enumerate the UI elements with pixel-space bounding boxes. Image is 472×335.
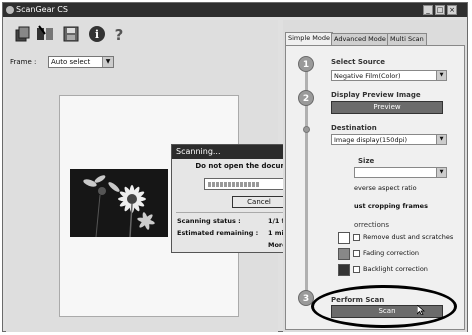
frame-select[interactable]: Auto select ▼ (48, 56, 114, 68)
status-label: Scanning status : (177, 217, 241, 225)
reverse-aspect-ratio-label[interactable]: everse aspect ratio (354, 184, 417, 192)
adjust-cropping-label[interactable]: ust cropping frames (354, 202, 428, 210)
fading-correction-label: Fading correction (363, 249, 420, 257)
step-dot (303, 126, 310, 133)
image-corrections-label: orrections (354, 221, 389, 229)
cancel-button[interactable]: Cancel (232, 196, 286, 208)
app-icon (6, 6, 14, 14)
step-2-icon: 2 (298, 90, 314, 106)
dust-checkbox[interactable] (353, 234, 360, 241)
output-size-select[interactable]: ▼ (354, 167, 447, 178)
destination-select[interactable]: Image display(150dpi) ▼ (331, 134, 447, 145)
chevron-down-icon: ▼ (436, 135, 446, 144)
select-source-label: Select Source (331, 58, 386, 66)
tab-simple-mode[interactable]: Simple Mode (285, 32, 333, 45)
save-icon[interactable] (62, 25, 80, 43)
chevron-down-icon: ▼ (436, 71, 446, 80)
chevron-down-icon: ▼ (102, 57, 113, 67)
frame-select-value: Auto select (51, 58, 91, 66)
highlight-oval (311, 285, 457, 328)
backlight-correction-label: Backlight correction (363, 265, 428, 273)
info-icon[interactable]: i (88, 25, 106, 43)
minimize-button[interactable]: _ (423, 5, 433, 15)
display-preview-label: Display Preview Image (331, 91, 421, 99)
scangear-window: ScanGear CS _ □ × i ? Frame : Auto selec… (2, 2, 468, 332)
frame-label: Frame : (10, 58, 37, 66)
title-bar: ScanGear CS _ □ × (3, 3, 467, 17)
multi-crop-icon[interactable] (36, 25, 54, 43)
remove-dust-label: Remove dust and scratches (363, 233, 454, 241)
help-icon[interactable]: ? (110, 25, 128, 44)
preview-button[interactable]: Preview (331, 101, 443, 114)
fading-checkbox[interactable] (353, 250, 360, 257)
window-title: ScanGear CS (16, 5, 68, 14)
close-button[interactable]: × (447, 5, 457, 15)
backlight-checkbox[interactable] (353, 266, 360, 273)
flower-photo (70, 169, 168, 237)
source-select[interactable]: Negative Film(Color) ▼ (331, 70, 447, 81)
scan-progress-fill (208, 182, 260, 187)
destination-label: Destination (331, 124, 377, 132)
step-1-icon: 1 (298, 56, 314, 72)
remaining-label: Estimated remaining : (177, 229, 259, 237)
tab-advanced-mode[interactable]: Advanced Mode (331, 33, 389, 45)
copy-image-icon[interactable] (14, 25, 32, 43)
destination-select-value: Image display(150dpi) (334, 136, 408, 144)
chevron-down-icon: ▼ (436, 168, 446, 177)
mouse-cursor-icon (417, 305, 425, 315)
dust-swatch-icon (338, 232, 350, 244)
fading-swatch-icon (338, 248, 350, 260)
svg-text:i: i (95, 28, 99, 41)
svg-text:?: ? (115, 26, 124, 43)
output-size-label: Size (358, 157, 375, 165)
tab-multi-scan[interactable]: Multi Scan (387, 33, 427, 45)
toolbar: i ? (10, 25, 160, 45)
backlight-swatch-icon (338, 264, 350, 276)
maximize-button[interactable]: □ (435, 5, 445, 15)
source-select-value: Negative Film(Color) (334, 72, 401, 80)
preview-image (70, 169, 168, 237)
